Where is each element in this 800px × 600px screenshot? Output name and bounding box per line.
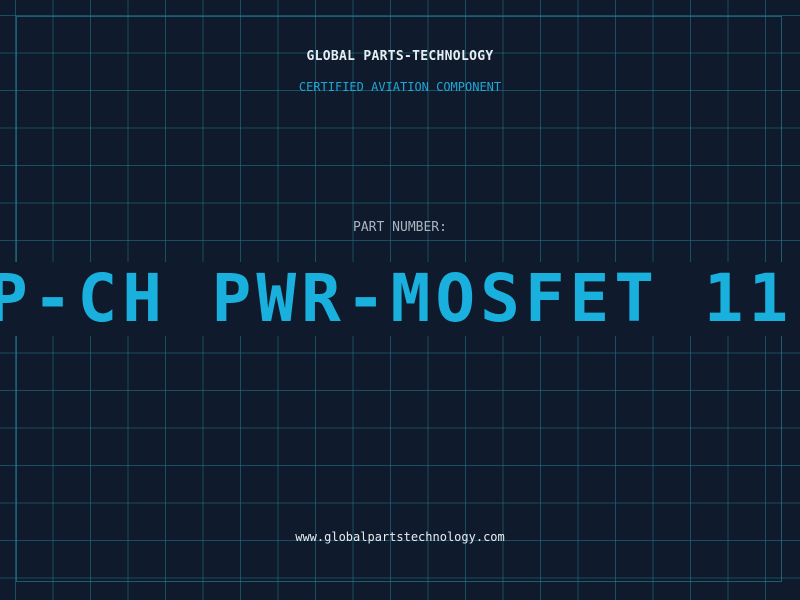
company-name: GLOBAL PARTS-TECHNOLOGY (306, 49, 494, 64)
part-number-label: PART NUMBER: (353, 220, 447, 235)
website-url[interactable]: www.globalpartstechnology.com (0, 530, 800, 544)
certification-subtitle: CERTIFIED AVIATION COMPONENT (298, 80, 502, 94)
part-number-band: P-CH PWR-MOSFET 11 (0, 262, 800, 336)
certificate-canvas: GLOBAL PARTS-TECHNOLOGY CERTIFIED AVIATI… (0, 0, 800, 600)
part-number-value: P-CH PWR-MOSFET 11 (0, 262, 794, 336)
